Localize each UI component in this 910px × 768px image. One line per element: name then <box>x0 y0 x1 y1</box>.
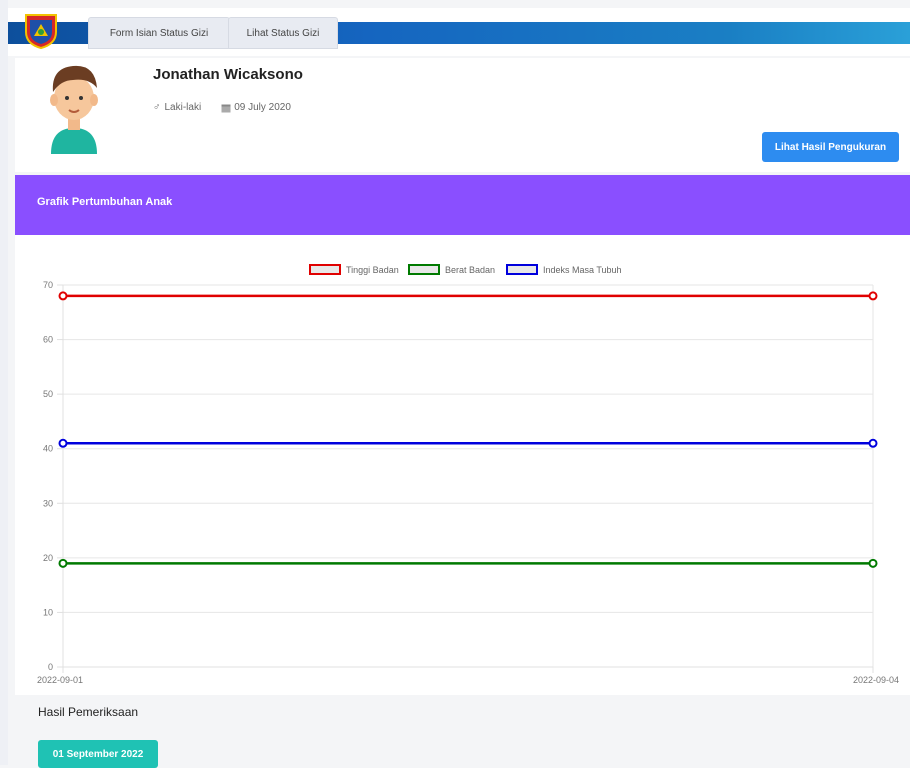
y-tick-label: 30 <box>43 498 53 508</box>
x-tick-label: 2022-09-01 <box>37 675 83 685</box>
data-point[interactable] <box>868 558 878 568</box>
data-point[interactable] <box>58 558 68 568</box>
chart-section-header: Grafik Pertumbuhan Anak <box>15 175 910 235</box>
y-tick-label: 50 <box>43 389 53 399</box>
legend-swatch[interactable] <box>408 264 440 275</box>
child-avatar <box>50 65 98 154</box>
data-point[interactable] <box>58 291 68 301</box>
lihat-hasil-pengukuran-button[interactable]: Lihat Hasil Pengukuran <box>762 132 899 162</box>
legend-label[interactable]: Berat Badan <box>445 265 495 275</box>
chart-container: 0 10 20 30 40 50 60 70 2022-09-01 2022-09-04 Tingg… <box>15 235 910 695</box>
left-rail <box>0 0 8 765</box>
chart-section-title: Grafik Pertumbuhan Anak <box>37 196 173 208</box>
tab-form-isian-status-gizi[interactable]: Form Isian Status Gizi <box>88 17 230 49</box>
legend-label[interactable]: Indeks Masa Tubuh <box>543 265 622 275</box>
legend-swatch[interactable] <box>506 264 538 275</box>
dob-group: 09 July 2020 <box>221 102 291 113</box>
y-tick-label: 60 <box>43 335 53 345</box>
top-navbar: Form Isian Status Gizi Lihat Status Gizi <box>8 8 910 56</box>
data-point[interactable] <box>868 438 878 448</box>
legend-swatch[interactable] <box>309 264 341 275</box>
tab-lihat-status-gizi[interactable]: Lihat Status Gizi <box>228 17 338 49</box>
result-date-button[interactable]: 01 September 2022 <box>38 740 158 768</box>
x-tick-label: 2022-09-04 <box>853 675 899 685</box>
data-point[interactable] <box>868 291 878 301</box>
growth-chart: 0 10 20 30 40 50 60 70 2022-09-01 2022-09-04 Tingg… <box>37 264 899 685</box>
y-tick-label: 20 <box>43 553 53 563</box>
y-tick-label: 0 <box>48 662 53 672</box>
legend-label[interactable]: Tinggi Badan <box>346 265 399 275</box>
results-title: Hasil Pemeriksaan <box>38 705 139 719</box>
profile-card: Jonathan Wicaksono ♂ Laki-laki 09 July 2… <box>15 58 910 172</box>
y-tick-label: 40 <box>43 444 53 454</box>
y-tick-label: 10 <box>43 607 53 617</box>
district-logo[interactable] <box>22 12 60 50</box>
y-tick-label: 70 <box>43 280 53 290</box>
dob-text: 09 July 2020 <box>234 102 291 113</box>
child-meta: ♂ Laki-laki 09 July 2020 <box>153 102 291 113</box>
calendar-icon <box>221 104 231 112</box>
data-point[interactable] <box>58 438 68 448</box>
gender-text: Laki-laki <box>164 102 202 113</box>
male-icon: ♂ <box>153 102 161 113</box>
child-name: Jonathan Wicaksono <box>153 66 303 83</box>
